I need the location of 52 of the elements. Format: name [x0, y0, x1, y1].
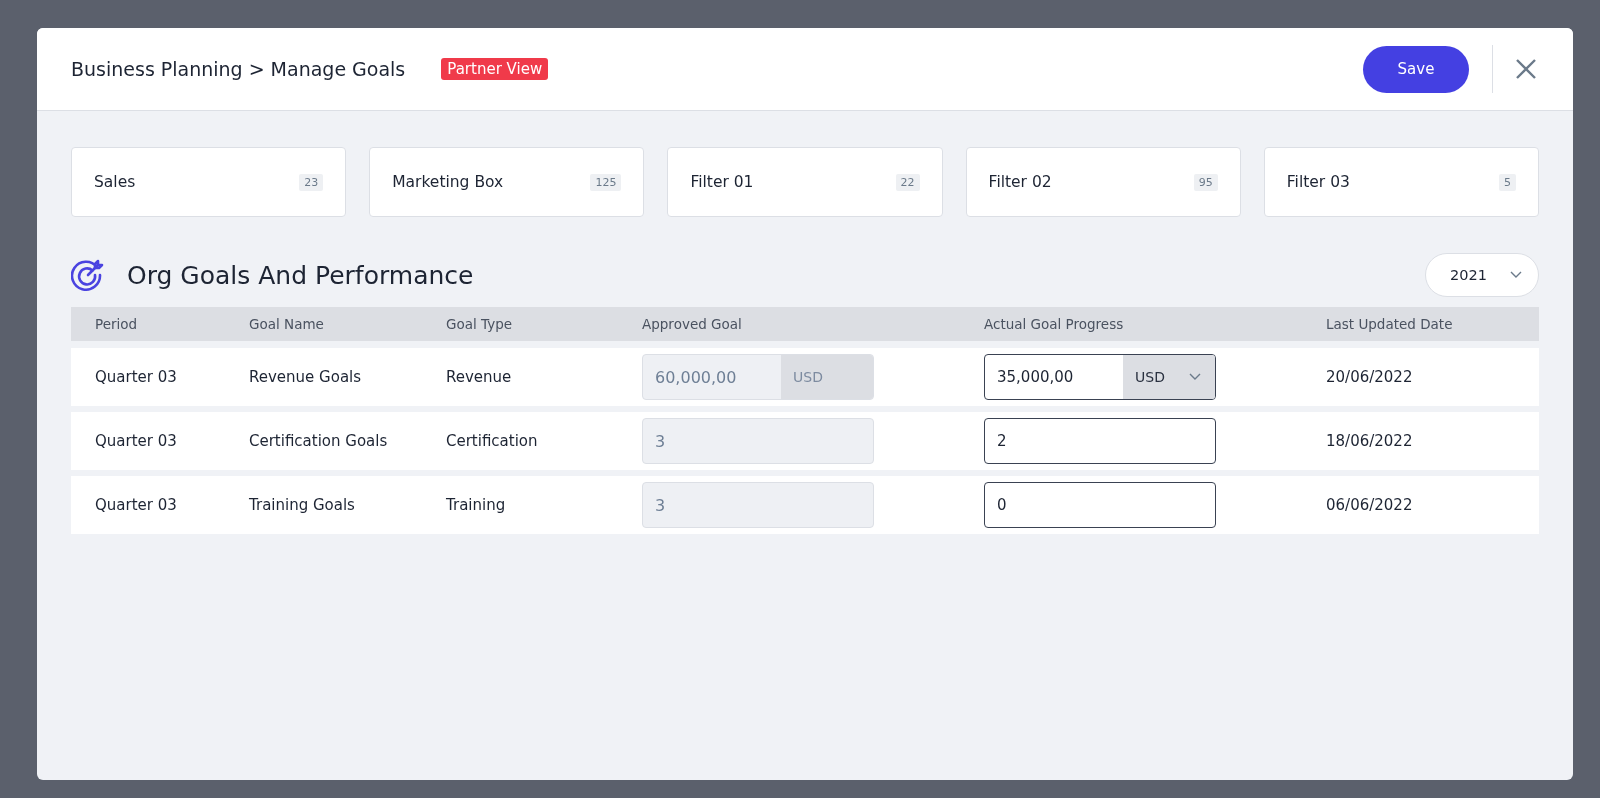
goal-name-cell-text: Revenue Goals — [249, 368, 363, 386]
column-header: Period — [95, 316, 139, 332]
filter-label: Filter 02 — [988, 173, 1052, 191]
filter-count: 125 — [590, 173, 622, 191]
filter-count: 5 — [1499, 173, 1516, 191]
filter-label: Sales — [94, 173, 136, 191]
approved-goal-field: 3 — [642, 418, 874, 464]
section-title: Org Goals And Performance — [127, 260, 475, 290]
approved-goal-field: 3 — [642, 482, 874, 528]
chevron-down-icon — [1510, 271, 1522, 279]
currency-dropdown[interactable]: USD — [1123, 355, 1215, 399]
filter-label: Filter 03 — [1286, 173, 1350, 191]
filter-label: Marketing Box — [392, 173, 504, 191]
target-icon — [71, 258, 105, 292]
period-cell-text: Quarter 03 — [95, 432, 178, 450]
goal-name-cell-text: Certification Goals — [249, 432, 389, 450]
column-header: Last Updated Date — [1326, 316, 1454, 332]
filter-card[interactable]: Filter 02 95 — [965, 147, 1241, 217]
goal-type-cell-text: Revenue — [446, 368, 513, 386]
filter-label: Filter 01 — [690, 173, 754, 191]
period-cell-text: Quarter 03 — [95, 496, 178, 514]
column-header: Goal Type — [446, 316, 514, 332]
filter-count: 22 — [895, 173, 920, 191]
filter-count: 95 — [1193, 173, 1218, 191]
currency-label: USD — [781, 355, 873, 399]
actual-goal-field[interactable]: 2 — [984, 418, 1216, 464]
date-cell-text: 18/06/2022 — [1326, 432, 1414, 450]
period-cell-text: Quarter 03 — [95, 368, 178, 386]
filter-count: 23 — [299, 173, 324, 191]
approved-goal-field: 60,000,00 USD — [642, 354, 874, 400]
goal-name-cell-text: Training Goals — [249, 496, 356, 514]
column-header: Approved Goal — [642, 316, 743, 332]
goal-type-cell-text: Training — [446, 496, 507, 514]
breadcrumb-item: Manage Goals — [270, 58, 406, 80]
breadcrumb-item[interactable]: Business Planning — [71, 58, 243, 80]
chevron-down-icon — [1189, 373, 1201, 381]
goal-type-cell-text: Certification — [446, 432, 539, 450]
filter-card[interactable]: Filter 01 22 — [667, 147, 943, 217]
column-header: Actual Goal Progress — [984, 316, 1125, 332]
filter-card[interactable]: Filter 03 5 — [1263, 147, 1539, 217]
date-cell-text: 20/06/2022 — [1326, 368, 1414, 386]
filter-card[interactable]: Sales 23 — [71, 147, 347, 217]
actual-goal-field[interactable]: 35,000,00 USD — [984, 354, 1216, 400]
filter-card[interactable]: Marketing Box 125 — [369, 147, 645, 217]
date-cell-text: 06/06/2022 — [1326, 496, 1414, 514]
save-button[interactable]: Save — [1363, 45, 1469, 93]
actual-goal-field[interactable]: 0 — [984, 482, 1216, 528]
breadcrumb-separator: > — [248, 58, 265, 80]
year-dropdown[interactable]: 2021 — [1425, 253, 1539, 297]
partner-view-badge: Partner View — [441, 58, 549, 80]
column-header: Goal Name — [249, 316, 325, 332]
close-icon[interactable] — [1515, 58, 1537, 80]
